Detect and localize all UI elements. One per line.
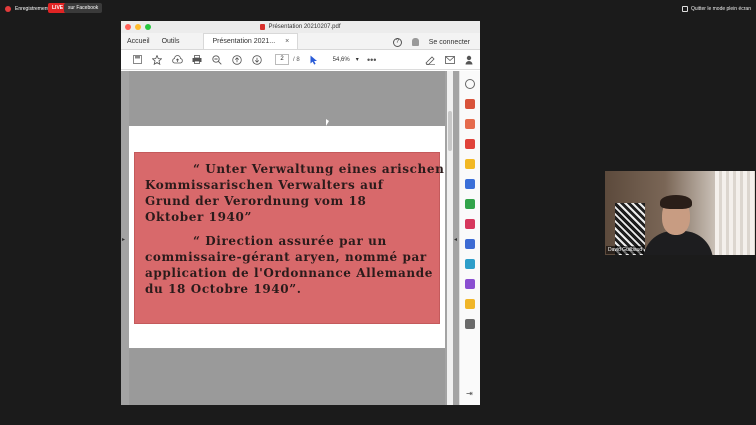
request-signatures-icon[interactable] bbox=[465, 299, 475, 309]
recording-label: Enregistrement bbox=[15, 6, 49, 12]
tools-pane: ⇥ bbox=[459, 71, 480, 405]
optimize-pdf-icon[interactable] bbox=[465, 259, 475, 269]
video-curtain bbox=[715, 171, 755, 255]
zoom-level-value: 54,6% bbox=[332, 56, 350, 63]
chevron-down-icon: ▾ bbox=[355, 57, 359, 63]
next-page-icon[interactable] bbox=[247, 50, 267, 70]
poster-line: application de l'Ordonnance Allemande bbox=[145, 266, 433, 280]
window-title: Présentation 20210207.pdf bbox=[268, 24, 341, 30]
print-icon[interactable] bbox=[187, 50, 207, 70]
tab-home[interactable]: Accueil bbox=[121, 33, 156, 49]
more-options-icon[interactable]: ••• bbox=[362, 50, 382, 70]
title-bar: Présentation 20210207.pdf bbox=[121, 21, 480, 33]
minimize-window-button[interactable] bbox=[135, 24, 141, 30]
pdf-page: “ Unter Verwaltung eines arischen Kommis… bbox=[129, 126, 445, 348]
exit-fullscreen-label: Quitter le mode plein écran bbox=[690, 5, 751, 12]
exit-fullscreen-button[interactable]: Quitter le mode plein écran bbox=[681, 3, 751, 14]
poster-line: Grund der Verordnung vom 18 bbox=[145, 194, 367, 208]
previous-page-preview bbox=[129, 71, 445, 126]
participant-video[interactable]: David Guilbaud bbox=[605, 171, 755, 255]
left-panel-toggle-icon[interactable]: ▸ bbox=[122, 236, 125, 243]
fill-and-sign-icon[interactable] bbox=[465, 219, 475, 229]
send-for-signature-icon[interactable] bbox=[465, 279, 475, 289]
more-tools-icon[interactable] bbox=[465, 319, 475, 329]
tab-tools[interactable]: Outils bbox=[156, 33, 186, 49]
vertical-scrollbar[interactable] bbox=[447, 71, 453, 405]
notifications-icon[interactable] bbox=[411, 38, 419, 46]
mouse-pointer-icon bbox=[326, 119, 329, 126]
save-icon[interactable] bbox=[127, 50, 147, 70]
create-pdf-icon[interactable] bbox=[465, 139, 475, 149]
poster-line: Kommissarischen Verwalters auf bbox=[145, 178, 384, 192]
tab-close-icon[interactable]: × bbox=[285, 38, 289, 45]
zoom-level-dropdown[interactable]: 54,6% ▾ bbox=[330, 55, 362, 64]
page-total: / 8 bbox=[293, 56, 300, 63]
participant-name: David Guilbaud bbox=[606, 246, 645, 254]
select-cursor-icon[interactable] bbox=[304, 50, 324, 70]
protect-icon[interactable] bbox=[465, 239, 475, 249]
poster-line: “ Direction assurée par un bbox=[193, 234, 387, 248]
poster-line: du 18 Octobre 1940”. bbox=[145, 282, 302, 296]
export-pdf-icon[interactable] bbox=[465, 99, 475, 109]
recording-indicator[interactable]: Enregistrement bbox=[5, 4, 49, 14]
bookmark-star-icon[interactable] bbox=[147, 50, 167, 70]
exit-fullscreen-icon bbox=[681, 5, 688, 12]
share-user-icon[interactable] bbox=[460, 50, 480, 70]
tab-document-label: Présentation 2021... bbox=[212, 38, 276, 45]
page-number-input[interactable]: 2 bbox=[275, 54, 289, 65]
sign-in-button[interactable]: Se connecter bbox=[429, 39, 470, 46]
maximize-window-button[interactable] bbox=[145, 24, 151, 30]
pdf-scroll-area[interactable]: “ Unter Verwaltung eines arischen Kommis… bbox=[129, 71, 445, 405]
right-panel-toggle-icon[interactable]: ◂ bbox=[454, 236, 457, 243]
zoom-out-icon[interactable] bbox=[207, 50, 227, 70]
poster-image: “ Unter Verwaltung eines arischen Kommis… bbox=[134, 152, 445, 324]
close-window-button[interactable] bbox=[125, 24, 131, 30]
acrobat-window: Présentation 20210207.pdf Accueil Outils… bbox=[121, 21, 480, 405]
next-page-preview bbox=[129, 349, 445, 405]
search-icon[interactable] bbox=[465, 79, 475, 89]
combine-files-icon[interactable] bbox=[465, 199, 475, 209]
collapse-pane-icon[interactable]: ⇥ bbox=[466, 389, 473, 398]
help-icon[interactable]: ? bbox=[392, 37, 402, 47]
email-icon[interactable] bbox=[440, 50, 460, 70]
participant-hair bbox=[660, 195, 692, 209]
tab-bar: Accueil Outils Présentation 2021... × ? … bbox=[121, 33, 480, 50]
tab-document[interactable]: Présentation 2021... × bbox=[203, 33, 299, 49]
document-viewport[interactable]: ▸ “ Unter Verwaltung eines arischen Komm… bbox=[121, 71, 480, 405]
live-destination[interactable]: sur Facebook bbox=[64, 3, 103, 13]
comment-icon[interactable] bbox=[465, 159, 475, 169]
upload-cloud-icon[interactable] bbox=[167, 50, 187, 70]
poster-line: “ Unter Verwaltung eines arischen bbox=[193, 162, 445, 176]
toolbar: 2 / 8 54,6% ▾ ••• bbox=[121, 50, 480, 70]
poster-line: Oktober 1940” bbox=[145, 210, 252, 224]
poster-line: commissaire-gérant aryen, nommé par bbox=[145, 250, 427, 264]
organize-pages-icon[interactable] bbox=[465, 119, 475, 129]
edit-pdf-icon[interactable] bbox=[465, 179, 475, 189]
fill-sign-icon[interactable] bbox=[420, 50, 440, 70]
pdf-file-icon bbox=[260, 24, 266, 30]
previous-page-icon[interactable] bbox=[227, 50, 247, 70]
scrollbar-thumb[interactable] bbox=[448, 111, 452, 151]
record-icon bbox=[5, 6, 11, 12]
